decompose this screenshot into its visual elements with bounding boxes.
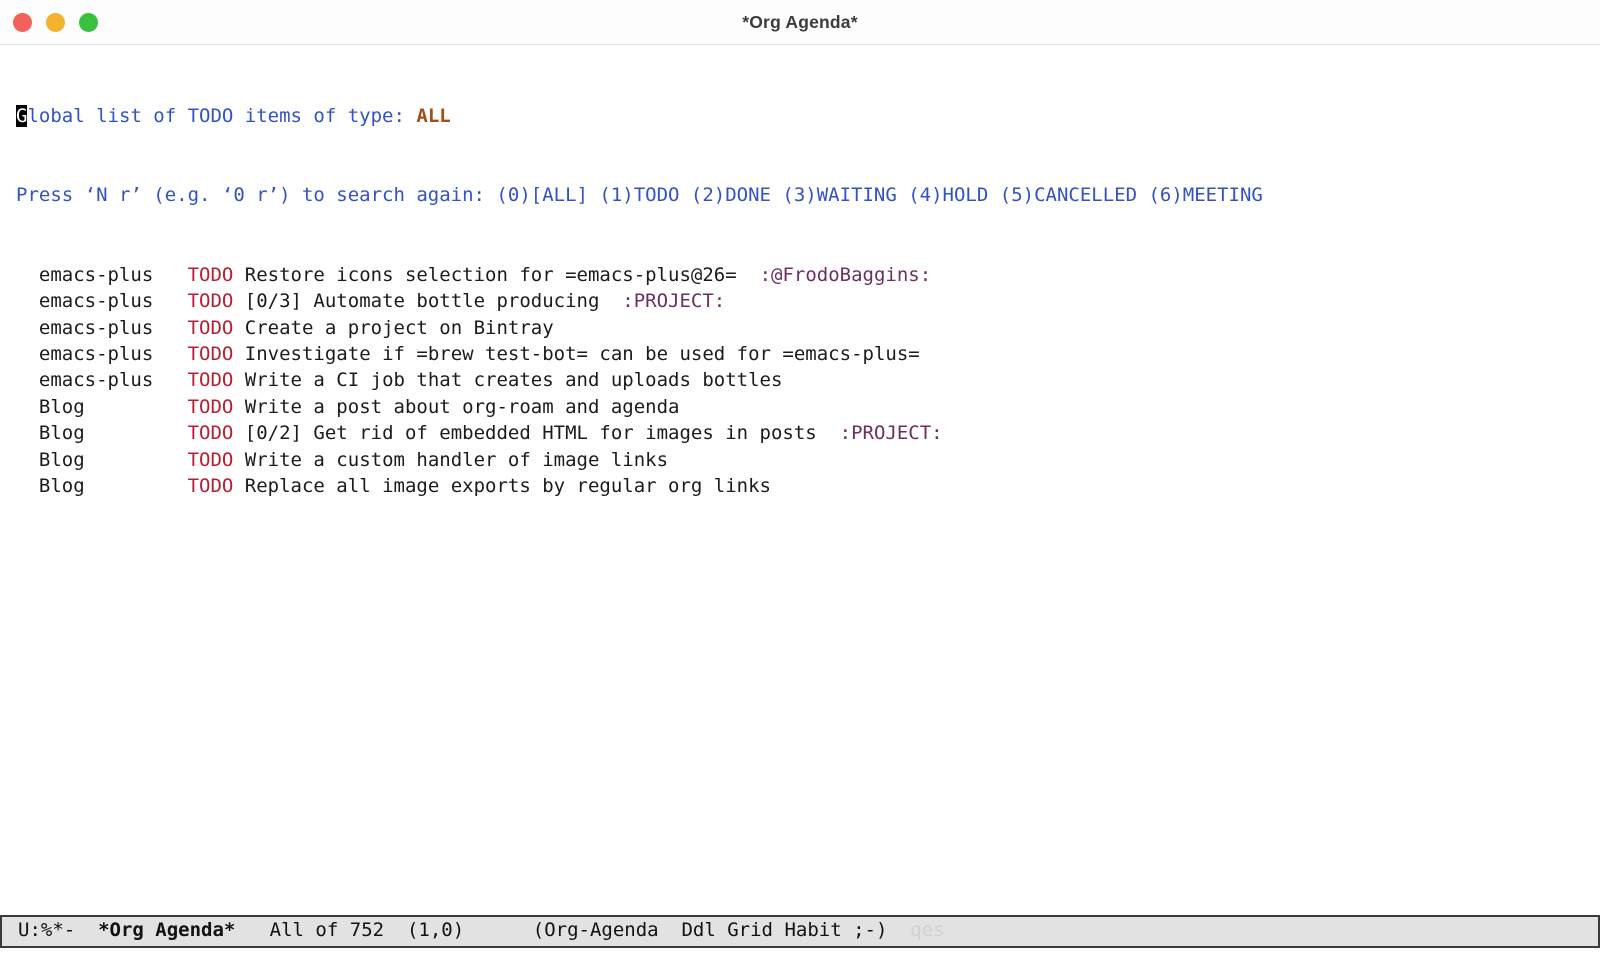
agenda-filter-type: ALL — [416, 105, 450, 127]
agenda-item-row[interactable]: emacs-plus TODO Restore icons selection … — [16, 262, 1600, 288]
window-title: *Org Agenda* — [0, 0, 1600, 45]
modeline-ghost-text: qes — [887, 919, 944, 941]
agenda-item-row[interactable]: Blog TODO [0/2] Get rid of embedded HTML… — [16, 420, 1600, 446]
item-text: Write a post about org-roam and agenda — [233, 396, 679, 418]
category-cell: emacs-plus — [16, 264, 188, 286]
emacs-window: *Org Agenda* Global list of TODO items o… — [0, 0, 1600, 972]
todo-keyword: TODO — [188, 290, 234, 312]
item-text: Write a custom handler of image links — [233, 449, 668, 471]
category-cell: emacs-plus — [16, 369, 188, 391]
agenda-item-row[interactable]: Blog TODO Write a custom handler of imag… — [16, 447, 1600, 473]
item-tag: :PROJECT: — [599, 290, 725, 312]
category-cell: Blog — [16, 396, 188, 418]
item-text: [0/2] Get rid of embedded HTML for image… — [233, 422, 816, 444]
modeline: U:%*- *Org Agenda* All of 752 (1,0) (Org… — [0, 915, 1600, 948]
item-text: Replace all image exports by regular org… — [233, 475, 771, 497]
zoom-button[interactable] — [79, 13, 98, 32]
agenda-buffer[interactable]: Global list of TODO items of type: ALL P… — [0, 46, 1600, 915]
todo-keyword: TODO — [188, 369, 234, 391]
category-cell: emacs-plus — [16, 343, 188, 365]
todo-keyword: TODO — [188, 449, 234, 471]
modeline-buffer-name[interactable]: *Org Agenda* — [98, 919, 235, 941]
titlebar: *Org Agenda* — [0, 0, 1600, 45]
modeline-modes[interactable]: (Org-Agenda Ddl Grid Habit ;-) — [533, 919, 888, 941]
agenda-search-hint-line: Press ‘N r’ (e.g. ‘0 r’) to search again… — [16, 182, 1600, 208]
agenda-header-text: lobal list of TODO items of type: — [27, 105, 416, 127]
item-tag: :@FrodoBaggins: — [737, 264, 931, 286]
agenda-items: emacs-plus TODO Restore icons selection … — [16, 262, 1600, 500]
agenda-header-line: Global list of TODO items of type: ALL — [16, 103, 1600, 129]
text-cursor: G — [16, 105, 27, 127]
item-text: Create a project on Bintray — [233, 317, 553, 339]
agenda-item-row[interactable]: emacs-plus TODO Investigate if =brew tes… — [16, 341, 1600, 367]
modeline-position[interactable]: All of 752 (1,0) — [235, 919, 532, 941]
item-text: [0/3] Automate bottle producing — [233, 290, 599, 312]
minimize-button[interactable] — [46, 13, 65, 32]
item-tag: :PROJECT: — [817, 422, 943, 444]
agenda-item-row[interactable]: Blog TODO Replace all image exports by r… — [16, 473, 1600, 499]
agenda-item-row[interactable]: Blog TODO Write a post about org-roam an… — [16, 394, 1600, 420]
todo-keyword: TODO — [188, 264, 234, 286]
todo-keyword: TODO — [188, 396, 234, 418]
close-button[interactable] — [13, 13, 32, 32]
agenda-item-row[interactable]: emacs-plus TODO Write a CI job that crea… — [16, 367, 1600, 393]
todo-keyword: TODO — [188, 317, 234, 339]
item-text: Write a CI job that creates and uploads … — [233, 369, 782, 391]
todo-keyword: TODO — [188, 475, 234, 497]
modeline-flags[interactable]: U:%*- — [18, 919, 98, 941]
category-cell: Blog — [16, 422, 188, 444]
agenda-item-row[interactable]: emacs-plus TODO Create a project on Bint… — [16, 315, 1600, 341]
item-text: Investigate if =brew test-bot= can be us… — [233, 343, 919, 365]
category-cell: Blog — [16, 449, 188, 471]
agenda-item-row[interactable]: emacs-plus TODO [0/3] Automate bottle pr… — [16, 288, 1600, 314]
todo-keyword: TODO — [188, 343, 234, 365]
category-cell: Blog — [16, 475, 188, 497]
todo-keyword: TODO — [188, 422, 234, 444]
echo-area[interactable] — [0, 948, 1600, 972]
category-cell: emacs-plus — [16, 290, 188, 312]
item-text: Restore icons selection for =emacs-plus@… — [233, 264, 736, 286]
category-cell: emacs-plus — [16, 317, 188, 339]
